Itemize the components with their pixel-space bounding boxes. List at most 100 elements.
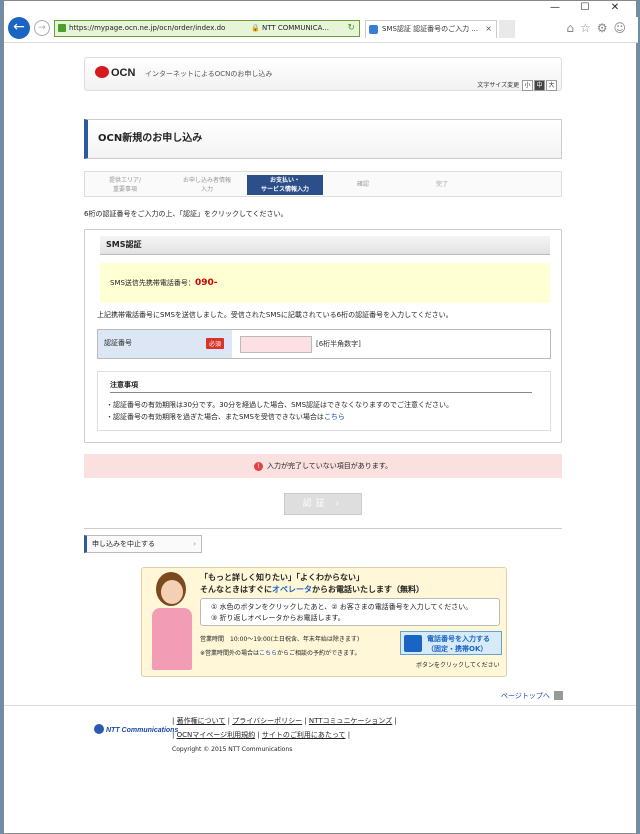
after-hours-text: からご相談の予約ができます。 xyxy=(277,650,361,657)
page-top-link[interactable]: ページトップへ xyxy=(501,691,563,701)
notes-box: 注意事項 ・認証番号の有効期限は30分です。30分を経過した場合、SMS認証はで… xyxy=(97,371,551,431)
header-tagline: インターネットによるOCNのお申し込み xyxy=(145,70,273,78)
footer-link[interactable]: NTTコミュニケーションズ xyxy=(309,717,392,725)
footer: NTT Communications | 著作権について | プライバシーポリシ… xyxy=(4,705,636,805)
step-label: サービス情報入力 xyxy=(260,186,309,193)
tab-favicon-icon xyxy=(369,25,378,34)
forward-button[interactable]: → xyxy=(34,20,50,36)
cancel-application-button[interactable]: 申し込みを中止する › xyxy=(84,535,202,553)
ocn-swirl-icon xyxy=(95,66,109,78)
required-badge: 必須 xyxy=(206,338,225,349)
operator-illustration xyxy=(146,572,198,672)
font-size-medium-button[interactable]: 中 xyxy=(534,80,545,91)
phone-info: SMS送信先携帯電話番号：090- xyxy=(100,263,550,303)
banner-headline-1: 「もっと詳しく知りたい」「よくわからない」 xyxy=(200,573,364,582)
close-window-button[interactable]: ✕ xyxy=(600,1,630,15)
banner-headline-2: そんなときはすぐにオペレータからお電話いたします（無料） xyxy=(200,584,424,595)
phone-free-icon xyxy=(404,635,422,652)
business-hours: 営業時間 10:00〜19:00(土日祝含、年末年始は除きます) xyxy=(200,636,360,643)
sms-heading: SMS認証 xyxy=(100,236,550,255)
cancel-label: 申し込みを中止する xyxy=(92,540,155,548)
step-label: 重要事項 xyxy=(112,186,137,193)
call-tip: ボタンをクリックしてください xyxy=(416,662,500,669)
banner-text: そんなときはすぐに xyxy=(200,585,272,594)
tab-title: SMS認証 認証番号のご入力 ... xyxy=(382,25,479,33)
progress-steps: 提供エリア/重要事項 お申し込み者情報 入力 お支払い・サービス情報入力 確認 完… xyxy=(84,171,562,197)
notes-title: 注意事項 xyxy=(110,380,532,393)
step-label: 確認 xyxy=(356,181,369,188)
step-label: 入力 xyxy=(200,186,213,193)
code-hint: [6桁半角数字] xyxy=(316,340,361,348)
ntt-logo-text: NTT Communications xyxy=(106,727,179,734)
new-tab-button[interactable] xyxy=(499,20,515,38)
note-line-2: ・認証番号の有効期限を過ぎた場合、またSMSを受信できない場合はこちら xyxy=(106,412,345,422)
minimize-button[interactable]: — xyxy=(540,1,570,15)
error-icon: ! xyxy=(253,462,263,471)
help-link[interactable]: こちら xyxy=(324,413,345,421)
step-label: 完了 xyxy=(435,181,448,188)
divider xyxy=(84,528,562,529)
logo-text: OCN xyxy=(111,67,136,79)
ocn-logo[interactable]: OCN xyxy=(95,66,135,79)
font-size-large-button[interactable]: 大 xyxy=(546,80,557,91)
step-area: 提供エリア/重要事項 xyxy=(91,175,159,195)
ntt-globe-icon xyxy=(94,724,104,734)
refresh-icon[interactable]: ↻ xyxy=(347,21,355,36)
maximize-button[interactable]: ☐ xyxy=(570,1,600,15)
page-title: OCN新規のお申し込み xyxy=(84,119,562,159)
operator-face xyxy=(161,580,183,604)
sent-message: 上記携帯電話番号にSMSを送信しました。受信されたSMSに記載されている6桁の認… xyxy=(97,311,453,319)
step-label: お支払い・ xyxy=(269,177,300,184)
step-label: お申し込み者情報 xyxy=(182,177,231,184)
banner-steps: ① 水色のボタンをクリックしたあと、② お客さまの電話番号を入力してください。 … xyxy=(200,598,500,626)
after-hours-text: ※営業時間外の場合は xyxy=(200,650,260,657)
back-button[interactable]: ← xyxy=(8,17,30,39)
page-top-label: ページトップへ xyxy=(501,692,550,700)
footer-link[interactable]: サイトのご利用にあたって xyxy=(262,731,346,739)
site-header: OCN インターネットによるOCNのお申し込み 文字サイズ変更 小中大 xyxy=(84,57,562,91)
footer-link[interactable]: OCNマイページ利用規約 xyxy=(177,731,256,739)
note-line-1: ・認証番号の有効期限は30分です。30分を経過した場合、SMS認証はできなくなり… xyxy=(106,401,454,409)
page-content: OCN インターネットによるOCNのお申し込み 文字サイズ変更 小中大 OCN新… xyxy=(4,43,636,833)
cert-owner-text: NTT COMMUNICA... xyxy=(261,24,329,32)
address-bar[interactable]: https://mypage.ocn.ne.jp/ocn/order/index… xyxy=(54,20,360,37)
reservation-link[interactable]: こちら xyxy=(259,650,277,657)
error-text: 入力が完了していない項目があります。 xyxy=(266,462,393,470)
arrow-up-icon xyxy=(553,691,563,700)
banner-step-1: ① 水色のボタンをクリックしたあと、② お客さまの電話番号を入力してください。 xyxy=(211,603,473,611)
font-size-label: 文字サイズ変更 xyxy=(477,82,520,89)
banner-text: からお電話いたします（無料） xyxy=(312,585,424,594)
ntt-logo[interactable]: NTT Communications xyxy=(94,724,178,734)
call-line-1: 電話番号を入力する xyxy=(427,635,490,643)
banner-operator: オペレータ xyxy=(272,585,312,594)
auth-submit-button[interactable]: 認証 › xyxy=(284,493,362,515)
note-line-2-text: ・認証番号の有効期限を過ぎた場合、またSMSを受信できない場合は xyxy=(106,413,324,421)
step-payment-current: お支払い・サービス情報入力 xyxy=(247,175,323,195)
browser-tab[interactable]: SMS認証 認証番号のご入力 ... × xyxy=(365,20,497,38)
step-applicant: お申し込み者情報 入力 xyxy=(169,175,245,195)
font-size-switcher: 文字サイズ変更 小中大 xyxy=(477,80,557,91)
browser-toolbar: ← → https://mypage.ocn.ne.jp/ocn/order/i… xyxy=(4,17,638,43)
operator-callback-banner: 「もっと詳しく知りたい」「よくわからない」 そんなときはすぐにオペレータからお電… xyxy=(141,567,507,677)
step-confirm: 確認 xyxy=(327,175,399,195)
footer-link[interactable]: プライバシーポリシー xyxy=(232,717,302,725)
site-icon xyxy=(58,24,66,32)
address-url: https://mypage.ocn.ne.jp/ocn/order/index… xyxy=(69,24,226,32)
error-message: ! 入力が完了していない項目があります。 xyxy=(84,454,562,478)
cert-owner[interactable]: 🔒 NTT COMMUNICA... xyxy=(251,21,329,36)
font-size-small-button[interactable]: 小 xyxy=(522,80,533,91)
copyright: Copyright © 2015 NTT Communications xyxy=(172,746,293,753)
footer-links-row-2: | OCNマイページ利用規約 | サイトのご利用にあたって | xyxy=(172,731,351,739)
footer-link[interactable]: 著作権について xyxy=(177,717,226,725)
auth-code-input[interactable] xyxy=(240,336,312,353)
title-bar: — ☐ ✕ xyxy=(4,1,636,15)
submit-label: 認証 xyxy=(302,499,329,509)
tab-close-icon[interactable]: × xyxy=(485,21,492,37)
step-complete: 完了 xyxy=(403,175,481,195)
toolbar-icons[interactable]: ⌂☆⚙☺ xyxy=(566,21,632,35)
phone-label: SMS送信先携帯電話番号： xyxy=(110,279,195,287)
call-line-2: （固定・携帯OK） xyxy=(427,645,488,653)
enter-phone-button[interactable]: 電話番号を入力する （固定・携帯OK） xyxy=(400,631,502,655)
after-hours-note: ※営業時間外の場合はこちらからご相談の予約ができます。 xyxy=(200,648,360,657)
operator-body xyxy=(152,608,192,670)
